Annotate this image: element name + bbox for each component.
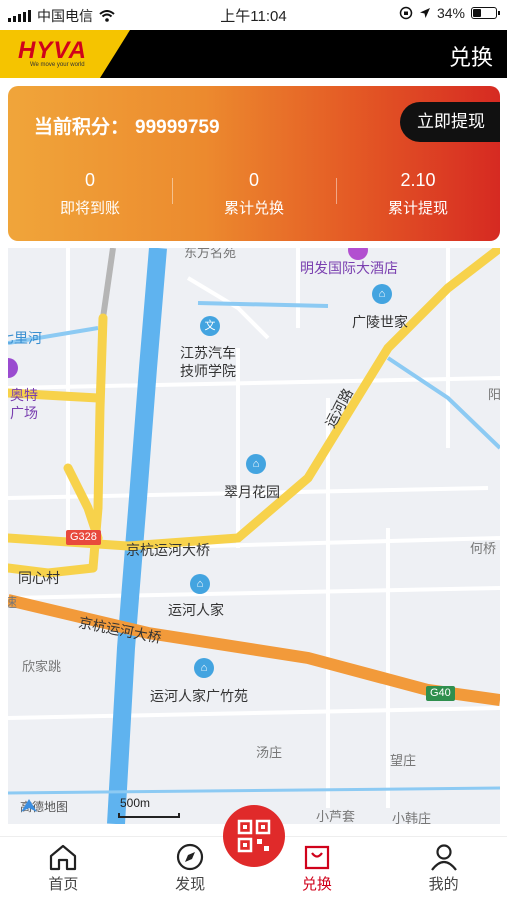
map-label-left-cut: 速 xyxy=(8,595,18,610)
nav-item-mine[interactable]: 我的 xyxy=(380,837,507,900)
map-label-wangzhuang: 望庄 xyxy=(390,753,417,768)
map-label-xiaolutao: 小芦套 xyxy=(316,809,356,824)
residence-poi-icon[interactable]: ⌂ xyxy=(194,658,214,678)
map-scale-bar xyxy=(118,813,180,818)
road-tag-g40: G40 xyxy=(426,686,455,701)
page-title: 兑换 xyxy=(448,45,493,70)
residence-poi-icon[interactable]: ⌂ xyxy=(372,284,392,304)
map-label-tongxin: 同心村 xyxy=(18,570,60,586)
residence-poi-icon[interactable]: ⌂ xyxy=(190,574,210,594)
map-scale-label: 500m xyxy=(120,796,151,810)
points-stats: 0 即将到账 0 累计兑换 2.10 累计提现 xyxy=(8,170,500,220)
brand-logo[interactable]: HYVA We move your world xyxy=(0,30,130,78)
battery-icon xyxy=(471,7,500,19)
map-label-hotel: 明发国际大酒店 xyxy=(300,260,398,276)
nav-label-mine: 我的 xyxy=(428,876,459,893)
nav-label-home: 首页 xyxy=(48,876,79,893)
status-right: 34% xyxy=(399,5,500,21)
map-label-jiangsu-school: 江苏汽车 技师学院 xyxy=(180,345,236,379)
map-label-lihe: 七里河 xyxy=(8,330,42,346)
stat-label: 累计提现 xyxy=(387,200,448,217)
withdraw-button[interactable]: 立即提现 xyxy=(400,102,500,142)
amap-logo-icon xyxy=(21,799,37,812)
home-icon xyxy=(50,844,77,871)
map-label-bridge1: 京杭运河大桥 xyxy=(126,542,210,558)
map-label-tangzhuang: 汤庄 xyxy=(256,745,283,760)
map-label-heqiao: 何桥 xyxy=(470,541,497,556)
logo-tagline: We move your world xyxy=(30,62,85,68)
points-label: 当前积分： xyxy=(34,117,130,138)
orientation-lock-icon xyxy=(399,6,413,20)
location-icon xyxy=(419,8,430,18)
logo-text: HYVA xyxy=(18,37,87,64)
road-tag-g328: G328 xyxy=(66,530,101,545)
points-value: 99999759 xyxy=(135,117,220,138)
map-label-yunhe: 运河人家 xyxy=(168,602,224,618)
bag-icon xyxy=(304,845,329,870)
user-icon xyxy=(430,844,457,871)
battery-percent: 34% xyxy=(436,5,465,21)
map-label-xiaohanzhuang: 小韩庄 xyxy=(392,811,432,824)
app-header: HYVA We move your world 兑换 xyxy=(0,30,507,78)
stat-pending: 0 即将到账 xyxy=(8,170,172,220)
stat-withdrawn: 2.10 累计提现 xyxy=(336,170,500,220)
nav-label-discover: 发现 xyxy=(175,876,206,893)
stat-label: 累计兑换 xyxy=(223,200,284,217)
compass-icon xyxy=(177,843,204,871)
status-bar: 中国电信 上午11:04 34% xyxy=(0,0,507,30)
stat-value: 0 xyxy=(248,170,259,190)
nav-label-exchange: 兑换 xyxy=(301,876,332,893)
residence-poi-icon[interactable]: ⌂ xyxy=(246,454,266,474)
stat-exchanged: 0 累计兑换 xyxy=(172,170,336,220)
stat-value: 0 xyxy=(84,170,95,190)
qr-scan-icon xyxy=(237,819,271,853)
map-label-right-cut: 阳 xyxy=(488,387,500,402)
map-label-xinjiatiao: 欣家跳 xyxy=(22,659,62,674)
map-label-yunhe-zhu: 运河人家广竹苑 xyxy=(150,688,248,704)
stat-label: 即将到账 xyxy=(59,200,120,217)
map-label-cuiyue: 翠月花园 xyxy=(224,484,280,500)
stat-value: 2.10 xyxy=(400,170,436,190)
map-label-top-cut: 东方名苑 xyxy=(184,248,237,260)
school-poi-icon[interactable]: 文 xyxy=(200,316,220,336)
map-brand: 高德地图 xyxy=(20,798,68,815)
map-view[interactable]: 东方名苑 明发国际大酒店 ⌂ 广陵世家 文 江苏汽车 技师学院 七里河 奥特 广… xyxy=(8,248,500,824)
scan-button[interactable] xyxy=(223,805,285,867)
nav-item-home[interactable]: 首页 xyxy=(0,837,127,900)
current-points: 当前积分： 99999759 xyxy=(34,112,220,139)
points-card: 当前积分： 99999759 立即提现 0 即将到账 0 累计兑换 2.10 累计… xyxy=(8,86,500,241)
map-label-guangling: 广陵世家 xyxy=(352,314,408,330)
map-label-aote: 奥特 广场 xyxy=(10,387,38,421)
